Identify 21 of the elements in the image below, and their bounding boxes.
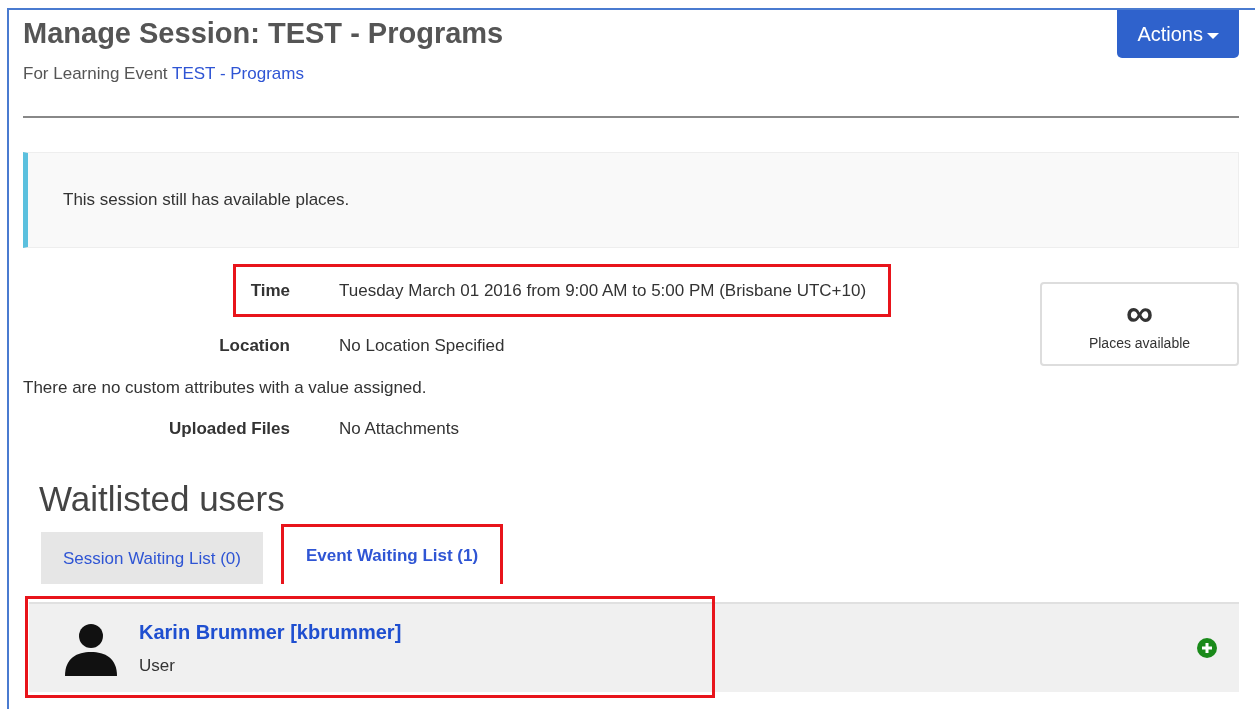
caret-icon — [1207, 32, 1219, 39]
add-icon[interactable] — [1197, 637, 1217, 658]
event-link[interactable]: TEST - Programs — [172, 63, 304, 83]
actions-button[interactable]: Actions — [1117, 10, 1239, 58]
alert-text: This session still has available places. — [63, 190, 350, 210]
subtitle-text: For Learning Event — [23, 63, 168, 83]
user-name-link[interactable]: Karin Brummer [kbrummer] — [139, 617, 402, 648]
page-title: Manage Session: TEST - Programs — [23, 16, 504, 51]
field-value: Tuesday March 01 2016 from 9:00 AM to 5:00 PM (Brisbane UTC+10) — [339, 279, 867, 302]
field-value: No Location Specified — [339, 335, 505, 358]
info-text: There are no custom attributes with a value assigned. — [23, 376, 428, 399]
infinity-symbol: ∞ — [1125, 293, 1154, 332]
field-label: Time — [249, 279, 290, 302]
tab[interactable]: Event Waiting List (1) — [280, 523, 504, 584]
user-role: User — [139, 655, 176, 678]
section-heading: Waitlisted users — [39, 477, 286, 520]
tab[interactable]: Session Waiting List (0) — [41, 531, 263, 584]
field-value: No Attachments — [339, 418, 459, 441]
field-label: Uploaded Files — [168, 418, 290, 441]
places-label: Places available — [1087, 334, 1192, 354]
field-label: Location — [218, 335, 290, 358]
